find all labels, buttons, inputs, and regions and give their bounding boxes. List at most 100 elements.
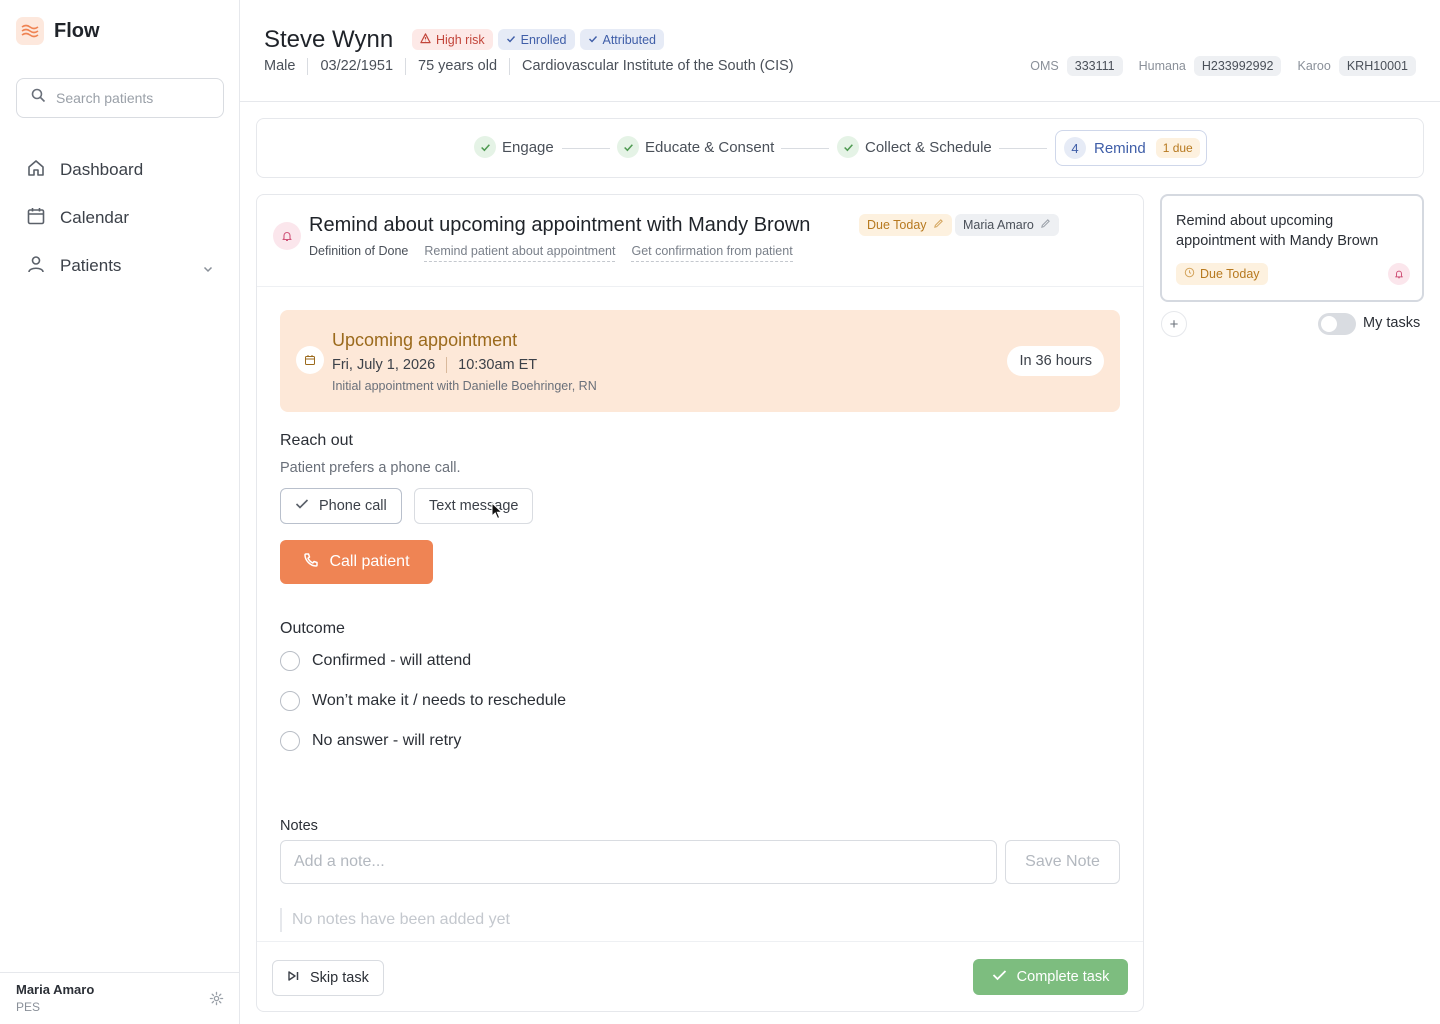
pencil-icon[interactable] [1040, 218, 1051, 232]
task-header: Remind about upcoming appointment with M… [257, 195, 1143, 287]
outcome-option[interactable]: Confirmed - will attend [280, 651, 471, 671]
task-title: Remind about upcoming appointment with M… [309, 214, 811, 236]
enrolled-badge: Enrolled [497, 29, 575, 50]
step-connector [562, 148, 610, 149]
user-icon [26, 254, 46, 279]
due-count-badge: 1 due [1155, 138, 1200, 158]
radio-button[interactable] [280, 731, 300, 751]
id-label: OMS [1030, 59, 1059, 73]
step-engage[interactable]: Engage [474, 136, 554, 158]
appointment-title: Upcoming appointment [332, 330, 518, 350]
note-input[interactable] [280, 840, 997, 884]
radio-button[interactable] [280, 691, 300, 711]
skip-icon [287, 970, 300, 986]
patient-ids: OMS 333111 Humana H233992992 Karoo KRH10… [1022, 56, 1416, 76]
current-user[interactable]: Maria Amaro PES [0, 972, 240, 1024]
upcoming-appointment-card: Upcoming appointment Fri, July 1, 2026 1… [280, 310, 1120, 412]
gear-icon[interactable] [209, 991, 224, 1011]
appointment-datetime: Fri, July 1, 2026 10:30am ET [332, 357, 537, 373]
warning-icon [420, 32, 431, 47]
id-value: 333111 [1066, 56, 1123, 76]
phone-call-option[interactable]: Phone call [280, 488, 402, 524]
high-risk-badge: High risk [412, 29, 493, 50]
dod-label: Definition of Done [309, 244, 409, 258]
check-icon [506, 33, 516, 47]
task-card: Remind about upcoming appointment with M… [256, 194, 1144, 1012]
step-educate-consent[interactable]: Educate & Consent [617, 136, 774, 158]
flow-logo-icon [16, 17, 44, 45]
nav-item-patients[interactable]: Patients [16, 246, 224, 286]
skip-task-button[interactable]: Skip task [272, 960, 384, 996]
chevron-down-icon[interactable] [202, 260, 214, 280]
check-icon [588, 33, 598, 47]
bell-icon [273, 222, 301, 250]
due-date-badge[interactable]: Due Today [859, 214, 952, 236]
patient-sex: Male [264, 58, 296, 74]
check-circle-icon [617, 136, 639, 158]
toggle-knob [1321, 316, 1337, 332]
patient-practice: Cardiovascular Institute of the South (C… [509, 58, 806, 75]
check-circle-icon [837, 136, 859, 158]
main-nav: Dashboard Calendar Patients [16, 150, 224, 294]
search-input[interactable] [56, 90, 206, 106]
check-icon [295, 498, 309, 514]
id-value: H233992992 [1193, 56, 1282, 76]
bell-icon [1388, 263, 1410, 285]
pencil-icon[interactable] [933, 218, 944, 232]
my-tasks-label: My tasks [1363, 315, 1421, 331]
radio-button[interactable] [280, 651, 300, 671]
notes-label: Notes [280, 818, 318, 834]
mouse-cursor-icon [491, 501, 504, 525]
step-connector [999, 148, 1047, 149]
patient-badges: High risk Enrolled Attributed [412, 29, 665, 50]
add-task-button[interactable]: + [1161, 311, 1187, 337]
outcome-option[interactable]: No answer - will retry [280, 731, 461, 751]
outcome-option[interactable]: Won’t make it / needs to reschedule [280, 691, 566, 711]
contact-preference: Patient prefers a phone call. [280, 460, 461, 476]
step-remind[interactable]: 4 Remind 1 due [1055, 130, 1207, 166]
save-note-button[interactable]: Save Note [1005, 840, 1120, 884]
id-label: Humana [1138, 59, 1186, 73]
due-date-badge: Due Today [1176, 263, 1268, 285]
app-name: Flow [54, 19, 100, 42]
time-until-badge: In 36 hours [1007, 346, 1104, 376]
calendar-icon [296, 346, 324, 374]
sidebar: Flow Dashboard Calendar Patients [0, 0, 240, 1024]
nav-label: Calendar [60, 208, 129, 227]
clock-icon [1184, 267, 1195, 281]
assignee-badge[interactable]: Maria Amaro [955, 214, 1059, 236]
attributed-badge: Attributed [579, 29, 665, 50]
phone-icon [303, 552, 319, 573]
user-name: Maria Amaro [16, 982, 95, 997]
calendar-icon [26, 206, 46, 231]
home-icon [26, 158, 46, 183]
patient-meta: Male 03/22/1951 75 years old Cardiovascu… [264, 58, 806, 75]
nav-item-calendar[interactable]: Calendar [16, 198, 224, 238]
patient-name: Steve Wynn [264, 26, 394, 53]
search-icon [31, 88, 46, 108]
task-list-item[interactable]: Remind about upcoming appointment with M… [1160, 194, 1424, 302]
nav-item-dashboard[interactable]: Dashboard [16, 150, 224, 190]
complete-task-button[interactable]: Complete task [973, 959, 1128, 995]
id-label: Karoo [1297, 59, 1331, 73]
patient-header: Steve Wynn High risk Enrolled Attributed… [240, 0, 1440, 102]
reach-out-label: Reach out [280, 432, 353, 449]
task-footer: Skip task Complete task [257, 941, 1143, 1011]
step-connector [781, 148, 829, 149]
my-tasks-toggle[interactable] [1318, 313, 1356, 335]
task-list-title: Remind about upcoming appointment with M… [1176, 213, 1379, 249]
outcome-label: Outcome [280, 620, 345, 637]
brand[interactable]: Flow [16, 17, 100, 45]
call-patient-button[interactable]: Call patient [280, 540, 433, 584]
search-box[interactable] [16, 78, 224, 118]
nav-label: Patients [60, 256, 122, 275]
patient-age: 75 years old [405, 58, 509, 75]
dod-item: Remind patient about appointment [424, 244, 616, 262]
appointment-time: 10:30am ET [446, 357, 537, 373]
text-message-option[interactable]: Text message [414, 488, 534, 524]
patient-dob: 03/22/1951 [307, 58, 405, 75]
definition-of-done: Definition of Done Remind patient about … [309, 244, 793, 262]
dod-item: Get confirmation from patient [631, 244, 793, 262]
step-collect-schedule[interactable]: Collect & Schedule [837, 136, 992, 158]
step-number: 4 [1064, 137, 1086, 159]
